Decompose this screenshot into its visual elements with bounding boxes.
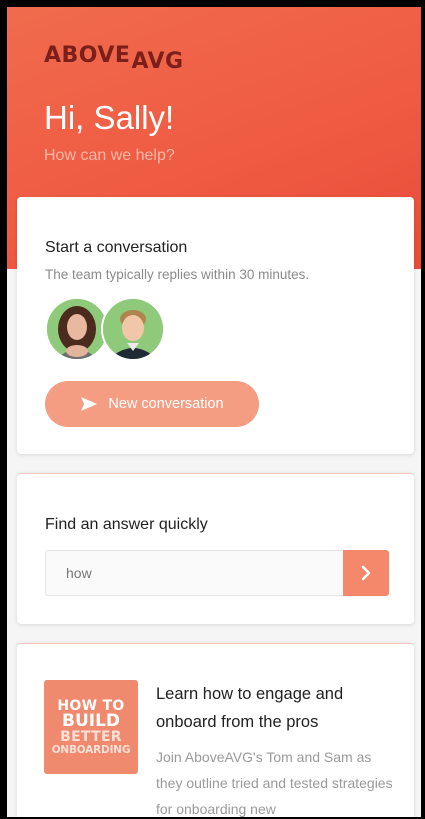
article-excerpt: Join AboveAVG's Tom and Sam as they outl… [156,749,393,817]
search-submit-button[interactable] [343,550,389,596]
search-bar [45,550,389,596]
article-thumbnail: HOW TO BUILD BETTER ONBOARDING [44,680,138,774]
new-conversation-label: New conversation [108,396,224,412]
conversation-title: Start a conversation [45,239,188,256]
greeting-title: Hi, Sally! [44,99,175,136]
logo-main-text: ABOVE [44,43,131,68]
thumb-line-2: BUILD [61,710,121,731]
avatar [45,297,109,361]
new-conversation-button[interactable]: New conversation [45,381,259,427]
thumb-line-3: BETTER [60,728,122,745]
search-card: Find an answer quickly [17,473,414,624]
brand-logo: ABOVE AVG [44,43,184,74]
article-title[interactable]: Learn how to engage and onboard from the… [156,680,396,736]
greeting-subtitle: How can we help? [44,147,175,164]
conversation-subtitle: The team typically replies within 30 min… [45,267,310,282]
messenger-panel: ABOVE AVG Hi, Sally! How can we help? Sta… [7,7,421,817]
chevron-right-icon [361,565,371,581]
search-title: Find an answer quickly [45,516,208,533]
avatar [101,297,165,361]
thumb-line-4: ONBOARDING [51,743,131,756]
team-avatars [45,297,175,363]
logo-sub-text: AVG [131,49,184,74]
start-conversation-card: Start a conversation The team typically … [17,197,414,454]
search-input[interactable] [45,550,343,596]
article-card[interactable]: HOW TO BUILD BETTER ONBOARDING Learn how… [17,643,414,817]
send-icon [81,397,98,411]
